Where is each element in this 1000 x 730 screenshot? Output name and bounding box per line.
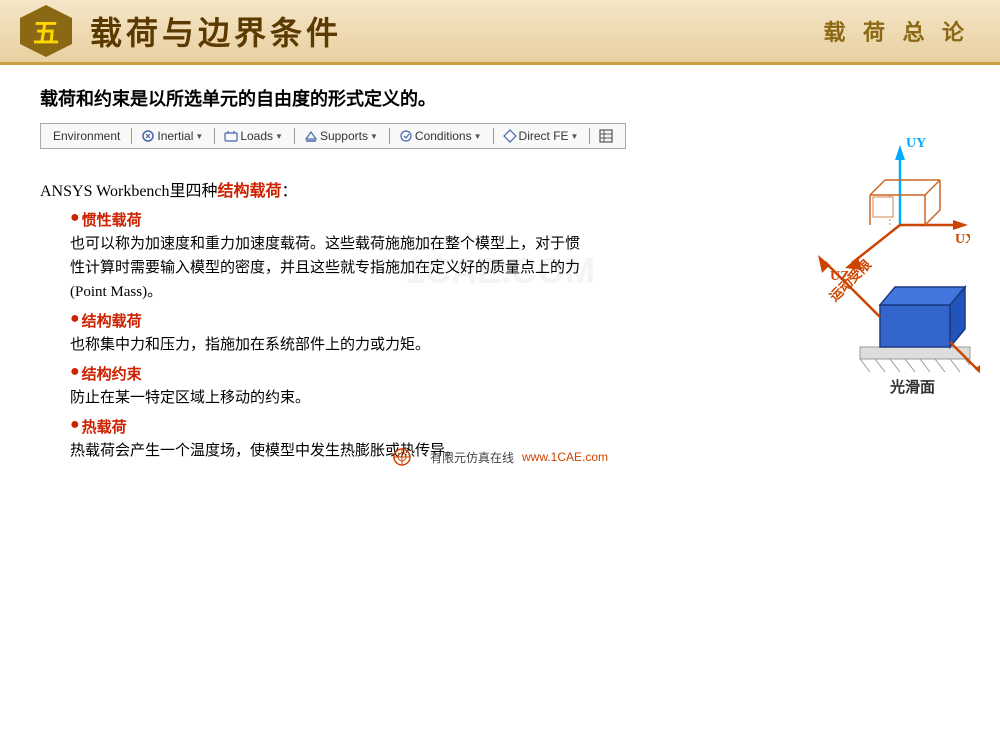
conditions-icon [399,129,413,143]
bullet-dot-1: ● [70,209,80,227]
toolbar-table-btn[interactable] [595,129,617,143]
toolbar-inertial[interactable]: Inertial ▼ [137,129,209,143]
bullet-thermal-load: ● 热载荷 [70,416,960,437]
svg-text:UY: UY [906,136,926,151]
loads-icon [224,129,238,143]
toolbar-sep-1 [131,128,132,144]
footer-url: www.1CAE.com [522,450,608,464]
conditions-dropdown-icon: ▼ [474,132,482,141]
toolbar-sep-5 [493,128,494,144]
directfe-icon [503,129,517,143]
svg-text:运动受限: 运动受限 [827,256,875,304]
illustration: 运动受限 光滑面 [780,217,980,417]
svg-text:光滑面: 光滑面 [889,378,935,396]
toolbar-bar: Environment Inertial ▼ Loads ▼ Supports … [40,123,626,149]
toolbar-directfe-label: Direct FE [519,129,569,143]
bullet-inertial-label: 惯性载荷 [82,209,142,230]
toolbar-sep-4 [389,128,390,144]
toolbar-environment[interactable]: Environment [49,129,126,143]
toolbar-inertial-label: Inertial [157,129,193,143]
section-number: 五 [20,5,72,57]
toolbar-supports[interactable]: Supports ▼ [300,129,384,143]
bullet-dot-2: ● [70,310,80,328]
bullet-dot-3: ● [70,363,80,381]
intro-text: 载荷和约束是以所选单元的自由度的形式定义的。 [40,85,960,111]
footer-logo-icon [392,445,422,469]
toolbar-sep-2 [214,128,215,144]
supports-icon [304,129,318,143]
page-header: 五 载荷与边界条件 载 荷 总 论 [0,0,1000,65]
toolbar-conditions-label: Conditions [415,129,472,143]
supports-dropdown-icon: ▼ [370,132,378,141]
toolbar-environment-label: Environment [53,129,120,143]
inertial-icon [141,129,155,143]
bullet-structural-constraint-label: 结构约束 [82,363,142,384]
bullet-thermal-load-label: 热载荷 [82,416,127,437]
inertial-dropdown-icon: ▼ [195,132,203,141]
bullet-dot-4: ● [70,416,80,434]
page-subtitle: 载 荷 总 论 [823,15,970,47]
toolbar-sep-3 [294,128,295,144]
table-icon [599,129,613,143]
toolbar-supports-label: Supports [320,129,368,143]
directfe-dropdown-icon: ▼ [571,132,579,141]
page-title: 载荷与边界条件 [90,8,342,54]
footer-text: 有限元仿真在线 [430,449,514,466]
footer: 有限元仿真在线 www.1CAE.com [392,445,608,469]
toolbar-sep-6 [589,128,590,144]
toolbar-conditions[interactable]: Conditions ▼ [395,129,488,143]
toolbar-loads[interactable]: Loads ▼ [220,129,289,143]
bullet-structural-load-label: 结构载荷 [82,310,142,331]
toolbar-loads-label: Loads [240,129,273,143]
loads-dropdown-icon: ▼ [275,132,283,141]
toolbar-directfe[interactable]: Direct FE ▼ [499,129,585,143]
